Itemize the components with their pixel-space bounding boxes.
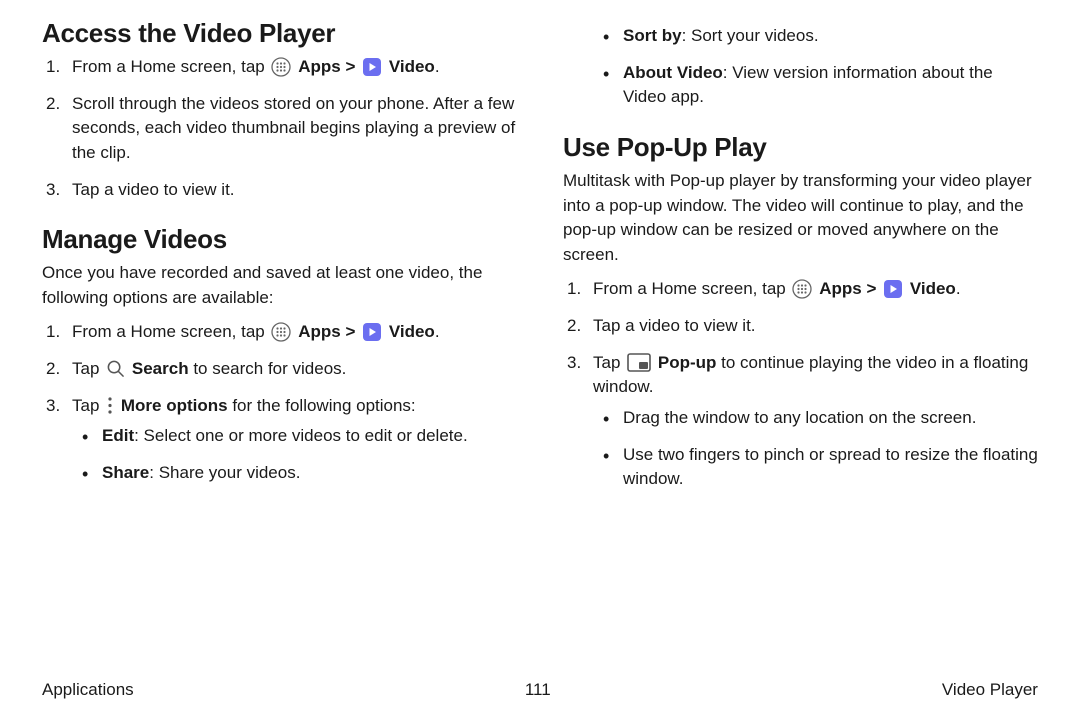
popup-icon bbox=[627, 353, 651, 372]
access-step-3: Tap a video to view it. bbox=[42, 178, 517, 203]
period: . bbox=[956, 279, 961, 298]
bullet-sort-by: Sort by: Sort your videos. bbox=[593, 24, 1038, 49]
more-options-icon bbox=[106, 396, 114, 415]
popup-steps: From a Home screen, tap Apps > Video. Ta… bbox=[563, 277, 1038, 491]
apps-icon bbox=[792, 279, 812, 299]
manage-steps: From a Home screen, tap Apps > Video. Ta… bbox=[42, 320, 517, 485]
popup-step-1: From a Home screen, tap Apps > Video. bbox=[563, 277, 1038, 302]
bullet-rest: : Share your videos. bbox=[149, 463, 300, 482]
bullet-rest: : Select one or more videos to edit or d… bbox=[134, 426, 468, 445]
bullet-about-video: About Video: View version information ab… bbox=[593, 61, 1038, 110]
bullet-share: Share: Share your videos. bbox=[72, 461, 517, 486]
heading-popup: Use Pop-Up Play bbox=[563, 132, 1038, 163]
bullet-edit: Edit: Select one or more videos to edit … bbox=[72, 424, 517, 449]
bullet-label: Edit bbox=[102, 426, 134, 445]
bullet-label: Share bbox=[102, 463, 149, 482]
step-text: Tap bbox=[593, 353, 625, 372]
heading-manage: Manage Videos bbox=[42, 224, 517, 255]
right-top-bullets: Sort by: Sort your videos. About Video: … bbox=[593, 24, 1038, 110]
footer-right: Video Player bbox=[942, 680, 1038, 700]
section-access-video-player: Access the Video Player From a Home scre… bbox=[42, 18, 517, 202]
popup-step-2: Tap a video to view it. bbox=[563, 314, 1038, 339]
period: . bbox=[435, 57, 440, 76]
sub-bullet-drag: Drag the window to any location on the s… bbox=[593, 406, 1038, 431]
popup-lead: Multitask with Pop-up player by transfor… bbox=[563, 169, 1038, 268]
popup-step-3: Tap Pop-up to continue playing the video… bbox=[563, 351, 1038, 492]
search-icon bbox=[106, 359, 125, 378]
bullet-label: About Video bbox=[623, 63, 723, 82]
columns-wrapper: Access the Video Player From a Home scre… bbox=[42, 18, 1038, 664]
step-text: Tap bbox=[72, 359, 104, 378]
video-icon bbox=[362, 57, 382, 77]
apps-label: Apps bbox=[819, 279, 862, 298]
popup-label: Pop-up bbox=[658, 353, 717, 372]
bullet-label: Sort by bbox=[623, 26, 682, 45]
period: . bbox=[435, 322, 440, 341]
heading-access: Access the Video Player bbox=[42, 18, 517, 49]
video-icon bbox=[883, 279, 903, 299]
access-steps: From a Home screen, tap Apps > Video. Sc… bbox=[42, 55, 517, 202]
left-column: Access the Video Player From a Home scre… bbox=[42, 18, 517, 664]
step-text: From a Home screen, tap bbox=[72, 57, 269, 76]
search-label: Search bbox=[132, 359, 189, 378]
access-step-2: Scroll through the videos stored on your… bbox=[42, 92, 517, 166]
video-label: Video bbox=[389, 57, 435, 76]
section-manage-videos: Manage Videos Once you have recorded and… bbox=[42, 224, 517, 485]
footer-page-number: 111 bbox=[525, 680, 551, 700]
right-column: Sort by: Sort your videos. About Video: … bbox=[563, 18, 1038, 664]
step-text: Tap bbox=[72, 396, 104, 415]
separator: > bbox=[345, 322, 360, 341]
video-label: Video bbox=[389, 322, 435, 341]
video-icon bbox=[362, 322, 382, 342]
step-text: From a Home screen, tap bbox=[593, 279, 790, 298]
separator: > bbox=[866, 279, 881, 298]
page-footer: Applications 111 Video Player bbox=[42, 664, 1038, 720]
footer-left: Applications bbox=[42, 680, 134, 700]
manage-sub-bullets: Edit: Select one or more videos to edit … bbox=[72, 424, 517, 485]
page: Access the Video Player From a Home scre… bbox=[0, 0, 1080, 720]
apps-label: Apps bbox=[298, 57, 341, 76]
apps-icon bbox=[271, 322, 291, 342]
step-suffix: to search for videos. bbox=[193, 359, 346, 378]
manage-lead: Once you have recorded and saved at leas… bbox=[42, 261, 517, 310]
step-text: From a Home screen, tap bbox=[72, 322, 269, 341]
manage-step-2: Tap Search to search for videos. bbox=[42, 357, 517, 382]
step-suffix: for the following options: bbox=[232, 396, 415, 415]
continued-bullets: Sort by: Sort your videos. About Video: … bbox=[563, 24, 1038, 110]
more-options-label: More options bbox=[121, 396, 228, 415]
popup-sub-bullets: Drag the window to any location on the s… bbox=[593, 406, 1038, 492]
sub-bullet-pinch: Use two fingers to pinch or spread to re… bbox=[593, 443, 1038, 492]
manage-step-1: From a Home screen, tap Apps > Video. bbox=[42, 320, 517, 345]
separator: > bbox=[345, 57, 360, 76]
bullet-rest: : Sort your videos. bbox=[682, 26, 819, 45]
apps-icon bbox=[271, 57, 291, 77]
apps-label: Apps bbox=[298, 322, 341, 341]
access-step-1: From a Home screen, tap Apps > Video. bbox=[42, 55, 517, 80]
video-label: Video bbox=[910, 279, 956, 298]
section-popup-play: Use Pop-Up Play Multitask with Pop-up pl… bbox=[563, 132, 1038, 492]
manage-step-3: Tap More options for the following optio… bbox=[42, 394, 517, 486]
